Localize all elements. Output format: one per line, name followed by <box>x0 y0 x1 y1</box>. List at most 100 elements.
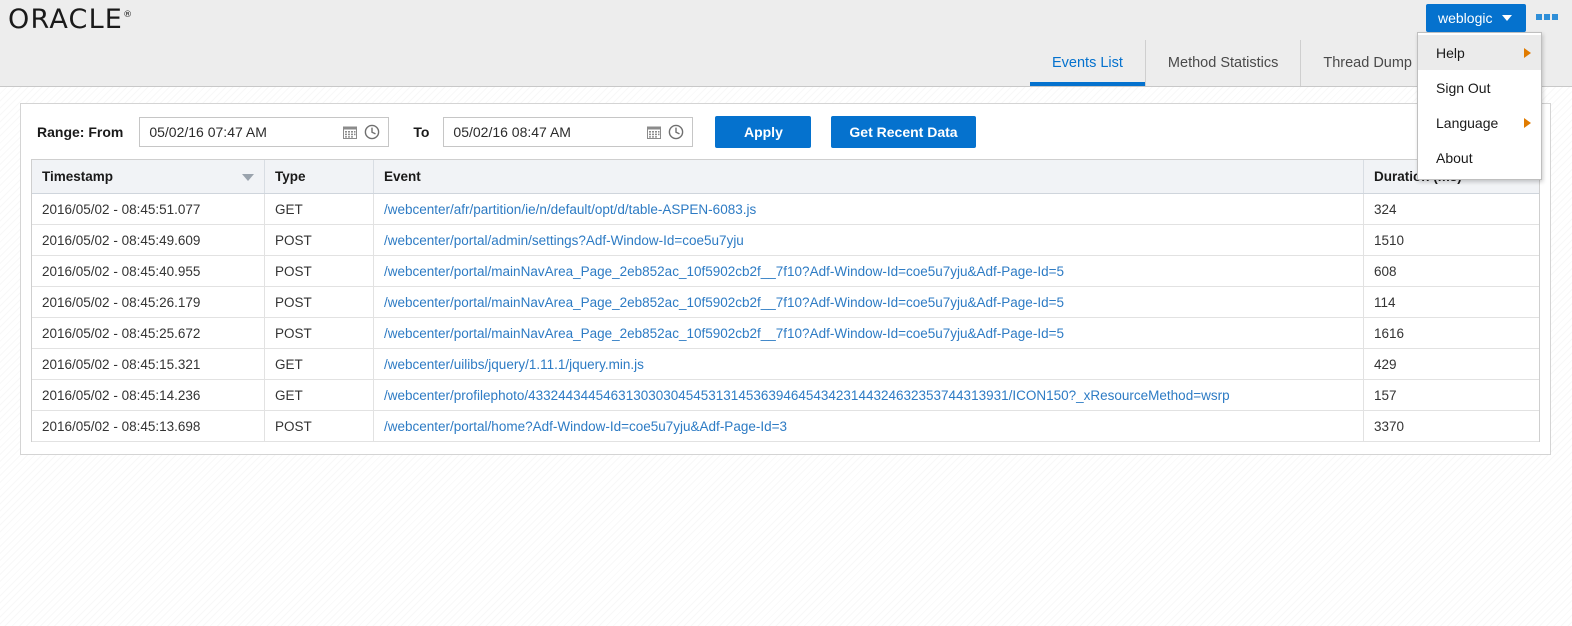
submenu-arrow-icon <box>1524 117 1531 128</box>
menu-item-about[interactable]: About <box>1418 140 1541 175</box>
range-to-label: To <box>413 123 430 140</box>
cell-type: POST <box>264 286 374 318</box>
event-link[interactable]: /webcenter/portal/mainNavArea_Page_2eb85… <box>384 326 1064 341</box>
cell-duration: 114 <box>1363 286 1539 318</box>
cell-timestamp: 2016/05/02 - 08:45:14.236 <box>32 379 265 411</box>
tab-method-statistics-label: Method Statistics <box>1167 55 1279 71</box>
cell-duration: 324 <box>1363 193 1539 225</box>
sort-descending-icon[interactable] <box>242 174 254 181</box>
menu-item-help-label: Help <box>1436 44 1465 61</box>
table-header-row: Timestamp Type Event Duration (ms) <box>32 160 1539 194</box>
event-link[interactable]: /webcenter/portal/mainNavArea_Page_2eb85… <box>384 264 1064 279</box>
table-row[interactable]: 2016/05/02 - 08:45:15.321 GET /webcenter… <box>32 348 1539 380</box>
more-dot-2 <box>1544 14 1550 20</box>
cell-event[interactable]: /webcenter/uilibs/jquery/1.11.1/jquery.m… <box>373 348 1364 380</box>
event-link[interactable]: /webcenter/portal/admin/settings?Adf-Win… <box>384 233 744 248</box>
cell-event[interactable]: /webcenter/afr/partition/ie/n/default/op… <box>373 193 1364 225</box>
cell-type: POST <box>264 317 374 349</box>
cell-duration: 608 <box>1363 255 1539 287</box>
cell-type: POST <box>264 224 374 256</box>
column-header-type[interactable]: Type <box>264 160 374 194</box>
clock-icon[interactable] <box>362 122 382 142</box>
table-row[interactable]: 2016/05/02 - 08:45:13.698 POST /webcente… <box>32 410 1539 442</box>
cell-timestamp: 2016/05/02 - 08:45:49.609 <box>32 224 265 256</box>
tab-events-list-label: Events List <box>1052 55 1123 71</box>
menu-item-language-label: Language <box>1436 114 1499 131</box>
more-dot-3 <box>1552 14 1558 20</box>
event-link[interactable]: /webcenter/afr/partition/ie/n/default/op… <box>384 202 756 217</box>
column-header-type-label: Type <box>275 169 306 184</box>
menu-item-about-label: About <box>1436 149 1473 166</box>
cell-timestamp: 2016/05/02 - 08:45:51.077 <box>32 193 265 225</box>
cell-type: GET <box>264 348 374 380</box>
events-table-body: 2016/05/02 - 08:45:51.077 GET /webcenter… <box>32 193 1539 442</box>
column-header-timestamp-label: Timestamp <box>42 169 114 184</box>
table-row[interactable]: 2016/05/02 - 08:45:49.609 POST /webcente… <box>32 224 1539 256</box>
event-link[interactable]: /webcenter/uilibs/jquery/1.11.1/jquery.m… <box>384 357 644 372</box>
tab-events-list[interactable]: Events List <box>1030 40 1146 86</box>
user-menu-label: weblogic <box>1438 10 1493 26</box>
get-recent-data-button[interactable]: Get Recent Data <box>831 115 976 148</box>
cell-type: POST <box>264 410 374 442</box>
user-dropdown-menu[interactable]: Help Sign Out Language About <box>1417 32 1542 180</box>
cell-duration: 429 <box>1363 348 1539 380</box>
cell-event[interactable]: /webcenter/portal/mainNavArea_Page_2eb85… <box>373 317 1364 349</box>
calendar-icon[interactable] <box>644 122 664 142</box>
cell-duration: 1616 <box>1363 317 1539 349</box>
cell-event[interactable]: /webcenter/portal/home?Adf-Window-Id=coe… <box>373 410 1364 442</box>
column-header-event[interactable]: Event <box>373 160 1364 194</box>
menu-item-help[interactable]: Help <box>1418 35 1541 70</box>
calendar-icon[interactable] <box>340 122 360 142</box>
more-options-icon[interactable] <box>1536 14 1558 21</box>
table-row[interactable]: 2016/05/02 - 08:45:40.955 POST /webcente… <box>32 255 1539 287</box>
tab-method-statistics[interactable]: Method Statistics <box>1146 40 1302 86</box>
submenu-arrow-icon <box>1524 47 1531 58</box>
cell-event[interactable]: /webcenter/portal/admin/settings?Adf-Win… <box>373 224 1364 256</box>
range-to-input[interactable]: 05/02/16 08:47 AM <box>453 124 642 140</box>
cell-timestamp: 2016/05/02 - 08:45:26.179 <box>32 286 265 318</box>
range-from-input[interactable]: 05/02/16 07:47 AM <box>149 124 338 140</box>
registered-trademark-icon: ® <box>123 10 133 20</box>
cell-timestamp: 2016/05/02 - 08:45:15.321 <box>32 348 265 380</box>
event-link[interactable]: /webcenter/profilephoto/4332443445463130… <box>384 388 1230 403</box>
events-table: Timestamp Type Event Duration (ms) <box>32 160 1539 442</box>
events-table-container: Timestamp Type Event Duration (ms) <box>31 159 1540 442</box>
menu-item-sign-out[interactable]: Sign Out <box>1418 70 1541 105</box>
range-from-field[interactable]: 05/02/16 07:47 AM <box>139 116 390 147</box>
table-row[interactable]: 2016/05/02 - 08:45:51.077 GET /webcenter… <box>32 193 1539 225</box>
menu-item-language[interactable]: Language <box>1418 105 1541 140</box>
cell-timestamp: 2016/05/02 - 08:45:25.672 <box>32 317 265 349</box>
table-row[interactable]: 2016/05/02 - 08:45:14.236 GET /webcenter… <box>32 379 1539 411</box>
menu-item-sign-out-label: Sign Out <box>1436 79 1491 96</box>
event-link[interactable]: /webcenter/portal/mainNavArea_Page_2eb85… <box>384 295 1064 310</box>
cell-duration: 1510 <box>1363 224 1539 256</box>
cell-type: GET <box>264 379 374 411</box>
cell-type: GET <box>264 193 374 225</box>
tab-list: Events List Method Statistics Thread Dum… <box>1030 38 1434 86</box>
table-row[interactable]: 2016/05/02 - 08:45:26.179 POST /webcente… <box>32 286 1539 318</box>
cell-event[interactable]: /webcenter/profilephoto/4332443445463130… <box>373 379 1364 411</box>
cell-type: POST <box>264 255 374 287</box>
tab-bar: Events List Method Statistics Thread Dum… <box>0 38 1572 87</box>
events-table-head: Timestamp Type Event Duration (ms) <box>32 160 1539 194</box>
cell-event[interactable]: /webcenter/portal/mainNavArea_Page_2eb85… <box>373 255 1364 287</box>
column-header-timestamp[interactable]: Timestamp <box>32 160 265 194</box>
table-row[interactable]: 2016/05/02 - 08:45:25.672 POST /webcente… <box>32 317 1539 349</box>
tab-thread-dump-label: Thread Dump <box>1323 55 1412 71</box>
cell-timestamp: 2016/05/02 - 08:45:40.955 <box>32 255 265 287</box>
events-panel: Range: From 05/02/16 07:47 AM To 05/02/1… <box>20 103 1551 455</box>
user-menu-button[interactable]: weblogic <box>1426 4 1526 32</box>
cell-timestamp: 2016/05/02 - 08:45:13.698 <box>32 410 265 442</box>
chevron-down-icon <box>1502 15 1513 21</box>
more-dot-1 <box>1536 14 1542 20</box>
cell-duration: 157 <box>1363 379 1539 411</box>
cell-event[interactable]: /webcenter/portal/mainNavArea_Page_2eb85… <box>373 286 1364 318</box>
range-to-field[interactable]: 05/02/16 08:47 AM <box>443 116 694 147</box>
clock-icon[interactable] <box>666 122 686 142</box>
oracle-logo-text: ORACLE <box>8 4 124 35</box>
apply-button[interactable]: Apply <box>715 115 812 148</box>
branding-bar: ORACLE® <box>0 0 1572 39</box>
tab-thread-dump[interactable]: Thread Dump <box>1301 40 1434 86</box>
range-from-label: Range: From <box>37 123 124 140</box>
event-link[interactable]: /webcenter/portal/home?Adf-Window-Id=coe… <box>384 419 787 434</box>
